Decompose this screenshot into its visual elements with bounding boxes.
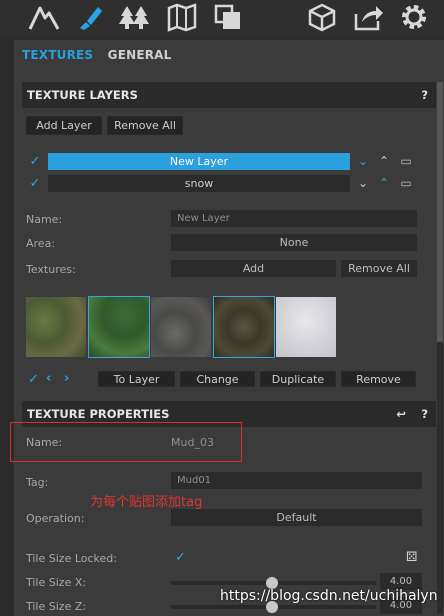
scrollbar[interactable] bbox=[437, 82, 443, 614]
operation-label: Operation: bbox=[26, 512, 85, 525]
top-toolbar bbox=[0, 0, 444, 36]
trees-icon[interactable] bbox=[118, 2, 150, 32]
layers-copy-icon[interactable] bbox=[212, 2, 244, 32]
layer-name[interactable]: New Layer bbox=[48, 153, 350, 170]
delete-layer-icon[interactable]: ▭ bbox=[398, 175, 414, 192]
tile-size-locked-label: Tile Size Locked: bbox=[26, 552, 117, 565]
textures-label: Textures: bbox=[26, 263, 76, 276]
check-icon[interactable]: ✓ bbox=[28, 372, 39, 387]
annotation-text: 为每个贴图添加tag bbox=[90, 495, 203, 510]
tag-label: Tag: bbox=[26, 476, 49, 489]
layer-row[interactable]: ✓ snow ⌄ ⌃ ▭ bbox=[26, 175, 424, 192]
help-icon[interactable]: ? bbox=[421, 82, 428, 108]
area-label: Area: bbox=[26, 237, 56, 250]
chevron-left-icon[interactable]: ‹ bbox=[46, 371, 51, 386]
texture-layers-header: TEXTURE LAYERS ? bbox=[22, 82, 436, 108]
tile-size-x-label: Tile Size X: bbox=[26, 576, 87, 589]
mountain-icon[interactable] bbox=[28, 2, 60, 32]
area-select[interactable]: None bbox=[171, 234, 417, 251]
name-label: Name: bbox=[26, 213, 63, 226]
gear-icon[interactable] bbox=[398, 2, 430, 32]
map-icon[interactable] bbox=[166, 2, 198, 32]
remove-all-layers-button[interactable]: Remove All bbox=[107, 116, 183, 135]
dice-icon[interactable]: ⚄ bbox=[406, 550, 417, 565]
duplicate-button[interactable]: Duplicate bbox=[260, 371, 336, 387]
tag-field[interactable]: Mud01 bbox=[171, 472, 422, 489]
chevron-right-icon[interactable]: › bbox=[64, 371, 69, 386]
delete-layer-icon[interactable]: ▭ bbox=[398, 153, 414, 170]
add-layer-button[interactable]: Add Layer bbox=[26, 116, 102, 135]
texture-thumbnail[interactable] bbox=[213, 296, 275, 358]
chevron-down-icon[interactable]: ⌄ bbox=[355, 175, 371, 192]
section-title: TEXTURE LAYERS bbox=[27, 88, 138, 102]
share-icon[interactable] bbox=[352, 2, 384, 32]
texture-thumbnail[interactable] bbox=[88, 296, 150, 358]
texture-thumbnail[interactable] bbox=[276, 297, 336, 357]
remove-button[interactable]: Remove bbox=[341, 371, 416, 387]
operation-select[interactable]: Default bbox=[171, 509, 422, 526]
tile-size-z-label: Tile Size Z: bbox=[26, 600, 87, 613]
chevron-down-icon[interactable]: ⌄ bbox=[355, 153, 371, 170]
texture-thumbnail[interactable] bbox=[26, 297, 86, 357]
tag-highlight-box bbox=[10, 422, 242, 462]
check-icon[interactable]: ✓ bbox=[26, 175, 44, 192]
textures-panel: TEXTURES GENERAL TEXTURE LAYERS ? Add La… bbox=[14, 40, 444, 616]
watermark: https://blog.csdn.net/uchihalyn bbox=[220, 588, 438, 604]
tile-size-locked-checkbox[interactable]: ✓ bbox=[175, 550, 186, 565]
change-button[interactable]: Change bbox=[180, 371, 255, 387]
chevron-up-icon[interactable]: ⌃ bbox=[376, 175, 392, 192]
layer-row[interactable]: ✓ New Layer ⌄ ⌃ ▭ bbox=[26, 153, 424, 170]
back-arrow-icon[interactable]: ↩ bbox=[396, 401, 406, 427]
help-icon[interactable]: ? bbox=[421, 401, 428, 427]
brush-icon[interactable] bbox=[74, 2, 106, 32]
check-icon[interactable]: ✓ bbox=[26, 153, 44, 170]
tab-general[interactable]: GENERAL bbox=[108, 48, 172, 62]
layer-name-field[interactable]: New Layer bbox=[171, 210, 417, 227]
cube-icon[interactable] bbox=[306, 2, 338, 32]
chevron-up-icon[interactable]: ⌃ bbox=[376, 153, 392, 170]
to-layer-button[interactable]: To Layer bbox=[98, 371, 175, 387]
add-texture-button[interactable]: Add bbox=[171, 260, 336, 277]
tab-bar: TEXTURES GENERAL bbox=[22, 48, 182, 62]
scrollbar-thumb[interactable] bbox=[437, 82, 443, 342]
texture-thumbnail[interactable] bbox=[151, 297, 211, 357]
remove-all-textures-button[interactable]: Remove All bbox=[341, 260, 417, 277]
layer-name[interactable]: snow bbox=[48, 175, 350, 192]
section-title: TEXTURE PROPERTIES bbox=[27, 407, 170, 421]
tab-textures[interactable]: TEXTURES bbox=[22, 48, 93, 62]
